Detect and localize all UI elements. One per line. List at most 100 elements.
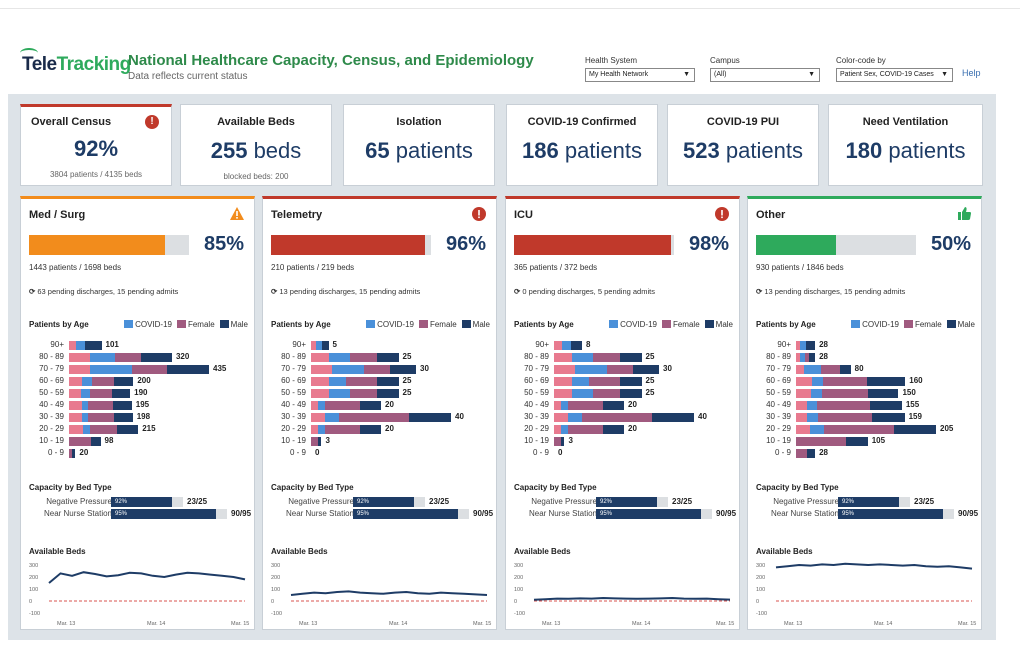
y-tick-label: 200 (271, 575, 280, 581)
department-panel[interactable]: Med / Surg 85% 1443 patients / 1698 beds ⟳ … (20, 196, 255, 630)
age-bar-female (817, 413, 872, 422)
age-bar-female (346, 377, 377, 386)
near-nurse-station-row: Near Nurse Station 95% 90/95 (263, 509, 496, 519)
kpi-isolation[interactable]: Isolation 65 patients (343, 104, 495, 186)
color-code-select[interactable]: Patient Sex, COVID-19 Cases ▼ (836, 68, 953, 82)
age-legend: COVID-19 Female Male (604, 320, 733, 329)
kpi-overall-census[interactable]: Overall Census ! 92% 3804 patients / 413… (20, 104, 172, 186)
pending-label: 13 pending discharges, 15 pending admits (764, 287, 906, 296)
legend-label-covid: COVID-19 (620, 320, 657, 329)
header: TeleTracking National Healthcare Capacit… (0, 44, 1020, 90)
pending-text: ⟳ 13 pending discharges, 15 pending admi… (756, 287, 905, 296)
age-bar-male (871, 413, 905, 422)
age-bar-covid (806, 413, 818, 422)
age-bar-female (87, 401, 113, 410)
negative-pressure-row: Negative Pressure 92% 23/25 (21, 497, 254, 507)
age-bar-female (363, 365, 390, 374)
age-value: 80 (854, 364, 864, 373)
age-bar (796, 413, 905, 422)
kpi-unit: patients (395, 138, 473, 163)
near-nurse-station-fill: 95% (111, 509, 216, 519)
age-row: 10 - 19 3 (263, 436, 496, 446)
age-value: 190 (134, 388, 148, 397)
pending-text: ⟳ 0 pending discharges, 5 pending admits (514, 287, 655, 296)
near-nurse-station-remainder (700, 509, 712, 519)
age-bar-covid (81, 377, 92, 386)
age-label: 40 - 49 (281, 400, 306, 409)
available-beds-label: Available Beds (514, 547, 571, 556)
negative-pressure-fill: 92% (596, 497, 657, 507)
panel-title: Med / Surg (29, 209, 86, 221)
y-tick-label: 300 (271, 563, 280, 569)
filter-label: Health System (585, 56, 638, 65)
y-tick-label: 0 (756, 599, 759, 605)
near-nurse-station-fill: 95% (353, 509, 458, 519)
age-value: 198 (136, 412, 151, 421)
age-bar-female (115, 353, 142, 362)
negative-pressure-label: Negative Pressure (288, 497, 354, 506)
age-bar-pink (69, 389, 82, 398)
legend-label-covid: COVID-19 (135, 320, 172, 329)
census-percent: 96% (445, 233, 486, 255)
kpi-value: 180 patients (845, 138, 966, 163)
age-value: 320 (175, 352, 190, 361)
legend-label-female: Female (672, 320, 700, 329)
department-panel[interactable]: ICU 98% 365 patients / 372 beds ⟳ 0 pending… (505, 196, 740, 630)
available-beds-line (775, 562, 973, 570)
age-bar (796, 341, 816, 350)
legend-swatch-male (219, 320, 229, 328)
age-bar (69, 401, 132, 410)
near-nurse-station-bar: 95% (353, 509, 469, 519)
age-row: 30 - 39 40 (506, 412, 739, 422)
census-percent: 98% (688, 233, 729, 255)
kpi-need-ventilation[interactable]: Need Ventilation 180 patients (828, 104, 983, 186)
kpi-covid-confirmed[interactable]: COVID-19 Confirmed 186 patients (506, 104, 658, 186)
near-nurse-station-fill: 95% (838, 509, 943, 519)
age-bar-male (113, 413, 133, 422)
y-tick-label: 100 (271, 587, 280, 593)
help-link[interactable]: Help (962, 68, 981, 78)
legend-label-male: Male (715, 320, 733, 329)
capacity-label: Capacity by Bed Type (514, 483, 597, 492)
age-label: 10 - 19 (39, 436, 64, 445)
health-system-select[interactable]: My Health Network ▼ (585, 68, 695, 82)
age-bar-male (360, 401, 381, 410)
age-label: 70 - 79 (39, 364, 64, 373)
age-bar (796, 437, 868, 446)
age-bar-female (339, 413, 409, 422)
census-bar (756, 235, 916, 255)
department-panel[interactable]: Telemetry 96% 210 patients / 219 beds ⟳ 13 … (262, 196, 497, 630)
kpi-available-beds[interactable]: Available Beds 255 beds blocked beds: 20… (180, 104, 332, 186)
age-bar-female (824, 425, 894, 434)
age-bar-covid (571, 353, 594, 362)
y-tick-label: -100 (271, 611, 282, 617)
age-bar (311, 341, 329, 350)
kpi-covid-pui[interactable]: COVID-19 PUI 523 patients (667, 104, 819, 186)
campus-select[interactable]: (All) ▼ (710, 68, 820, 82)
legend-swatch-female (176, 320, 186, 328)
age-bar-female (554, 437, 562, 446)
age-bar (554, 425, 624, 434)
age-bar-male (167, 365, 209, 374)
kpi-title: Available Beds (217, 116, 295, 128)
age-label: 90+ (50, 340, 64, 349)
age-value: 25 (402, 376, 412, 385)
age-bar-female (89, 425, 118, 434)
age-bar-male (805, 341, 816, 350)
age-value: 195 (135, 400, 150, 409)
age-row: 60 - 69 25 (263, 376, 496, 386)
x-tick-label: Mar. 14 (632, 621, 650, 627)
age-bar-covid (89, 353, 116, 362)
age-bar-pink (311, 425, 318, 434)
department-panel[interactable]: Other 50% 930 patients / 1846 beds ⟳ 13 pen… (747, 196, 982, 630)
age-label: 50 - 59 (524, 388, 549, 397)
age-value: 101 (105, 340, 119, 349)
age-bar-pink (69, 401, 82, 410)
age-label: 60 - 69 (281, 376, 306, 385)
age-value: 25 (645, 352, 655, 361)
age-row: 0 - 9 0 (506, 448, 739, 458)
age-label: 70 - 79 (524, 364, 549, 373)
age-label: 60 - 69 (766, 376, 791, 385)
negative-pressure-bar: 92% (596, 497, 668, 507)
teletracking-logo[interactable]: TeleTracking (22, 54, 131, 76)
